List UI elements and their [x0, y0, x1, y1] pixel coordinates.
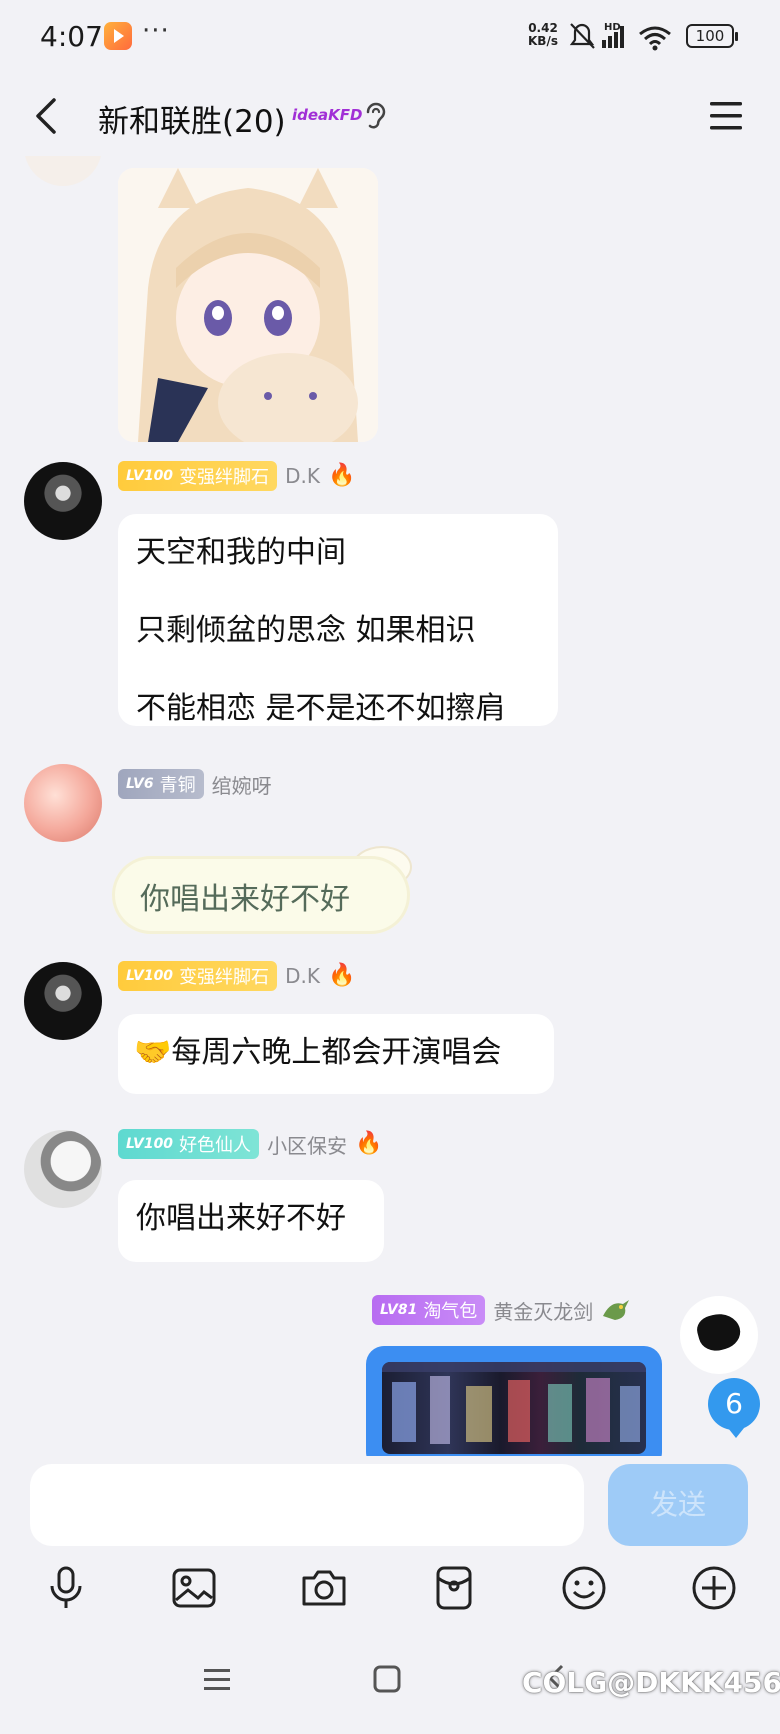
message-bubble[interactable]: 🤝每周六晚上都会开演唱会: [118, 1014, 554, 1094]
sender-nickname[interactable]: 黄金灭龙剑: [493, 1296, 593, 1325]
game-characters-image-icon: [382, 1362, 646, 1444]
sender-meta: LV100 变强绊脚石 D.K 🔥: [118, 460, 355, 492]
menu-icon[interactable]: [706, 98, 746, 134]
game-screenshot-image: [382, 1362, 646, 1454]
level-badge: LV81 淘气包: [372, 1295, 486, 1325]
avatar[interactable]: [24, 1130, 102, 1208]
sticker-image[interactable]: [118, 168, 378, 442]
sender-meta: LV100 好色仙人 小区保安 🔥: [118, 1128, 382, 1160]
message-text: 每周六晚上都会开演唱会: [171, 1035, 502, 1070]
sender-meta: LV81 淘气包 黄金灭龙剑: [372, 1294, 631, 1326]
level-number: LV100: [126, 968, 174, 984]
group-title: 新和联胜(20): [98, 104, 286, 140]
ear-icon[interactable]: [362, 100, 388, 132]
sender-nickname[interactable]: 小区保安: [267, 1130, 347, 1159]
level-badge: LV6 青铜: [118, 769, 204, 799]
level-badge: LV100 好色仙人: [118, 1129, 260, 1159]
microphone-icon[interactable]: [42, 1564, 90, 1612]
hd-label: HD: [604, 22, 621, 33]
network-speed: 0.42 KB/s: [528, 22, 558, 48]
sender-meta: LV6 青铜 绾婉呀: [118, 768, 272, 800]
level-title: 淘气包: [423, 1301, 478, 1322]
camera-icon[interactable]: [300, 1564, 348, 1612]
flame-icon: 🔥: [355, 1131, 383, 1156]
message-line: 天空和我的中间: [136, 535, 346, 570]
recent-apps-icon[interactable]: [202, 1666, 232, 1694]
video-app-icon: [104, 22, 132, 50]
status-bar: 4:07 ··· 0.42 KB/s HD 100: [0, 0, 780, 76]
status-time: 4:07: [40, 20, 103, 53]
more-notifications-icon: ···: [142, 16, 170, 46]
level-title: 好色仙人: [179, 1135, 252, 1156]
message-input[interactable]: [30, 1464, 584, 1546]
plus-icon[interactable]: [690, 1564, 738, 1612]
network-speed-unit: KB/s: [528, 34, 558, 48]
avatar[interactable]: [24, 764, 102, 842]
level-number: LV100: [126, 468, 174, 484]
message-bubble[interactable]: 你唱出来好不好: [118, 1180, 384, 1262]
sender-nickname[interactable]: 绾婉呀: [212, 770, 272, 799]
battery-icon: 100: [686, 24, 738, 48]
message-line: 只剩倾盆的思念 如果相识: [136, 613, 476, 648]
handshake-icon: 🤝: [134, 1035, 172, 1070]
message-bubble[interactable]: 天空和我的中间 只剩倾盆的思念 如果相识 不能相恋 是不是还不如擦肩: [118, 514, 558, 726]
unread-count-badge[interactable]: 6: [708, 1378, 760, 1438]
self-avatar[interactable]: [680, 1296, 758, 1374]
level-title: 变强绊脚石: [179, 467, 270, 488]
input-area: 发送: [0, 1456, 780, 1616]
chat-header: 新和联胜(20) ideaKFD: [0, 76, 780, 156]
level-number: LV100: [126, 1136, 174, 1152]
flame-icon: 🔥: [327, 463, 356, 488]
status-icons: HD: [569, 22, 671, 51]
message-text: 你唱出来好不好: [140, 882, 350, 917]
message-line: 不能相恋 是不是还不如擦肩: [136, 691, 506, 726]
emoji-icon[interactable]: [560, 1564, 608, 1612]
anime-girl-cat-sticker-icon: [118, 168, 378, 442]
avatar[interactable]: [24, 962, 102, 1040]
level-number: LV6: [126, 776, 154, 792]
red-packet-icon[interactable]: [430, 1564, 478, 1612]
avatar[interactable]: [24, 156, 102, 186]
avatar[interactable]: [24, 462, 102, 540]
sender-nickname[interactable]: D.K: [285, 464, 320, 488]
level-title: 青铜: [159, 775, 196, 796]
chat-messages[interactable]: LV100 变强绊脚石 D.K 🔥 天空和我的中间 只剩倾盆的思念 如果相识 不…: [0, 156, 780, 1456]
dragon-badge-icon: [603, 1300, 630, 1320]
wifi-icon: [639, 26, 671, 51]
shared-image-card[interactable]: [366, 1346, 662, 1456]
mute-bell-icon: [569, 23, 595, 49]
level-badge: LV100 变强绊脚石: [118, 461, 278, 491]
group-level-badge: ideaKFD: [292, 106, 363, 124]
message-text: 你唱出来好不好: [136, 1201, 346, 1236]
back-arrow-icon[interactable]: [26, 94, 70, 138]
send-button[interactable]: 发送: [608, 1464, 748, 1546]
image-icon[interactable]: [170, 1564, 218, 1612]
level-number: LV81: [380, 1302, 418, 1318]
sender-nickname[interactable]: D.K: [285, 964, 320, 988]
home-icon[interactable]: [372, 1664, 402, 1694]
watermark: COLG@DKKK456: [522, 1666, 780, 1699]
message-bubble[interactable]: 你唱出来好不好: [112, 856, 410, 934]
level-badge: LV100 变强绊脚石: [118, 961, 278, 991]
flame-icon: 🔥: [327, 963, 356, 988]
sender-meta: LV100 变强绊脚石 D.K 🔥: [118, 960, 355, 992]
level-title: 变强绊脚石: [179, 967, 270, 988]
